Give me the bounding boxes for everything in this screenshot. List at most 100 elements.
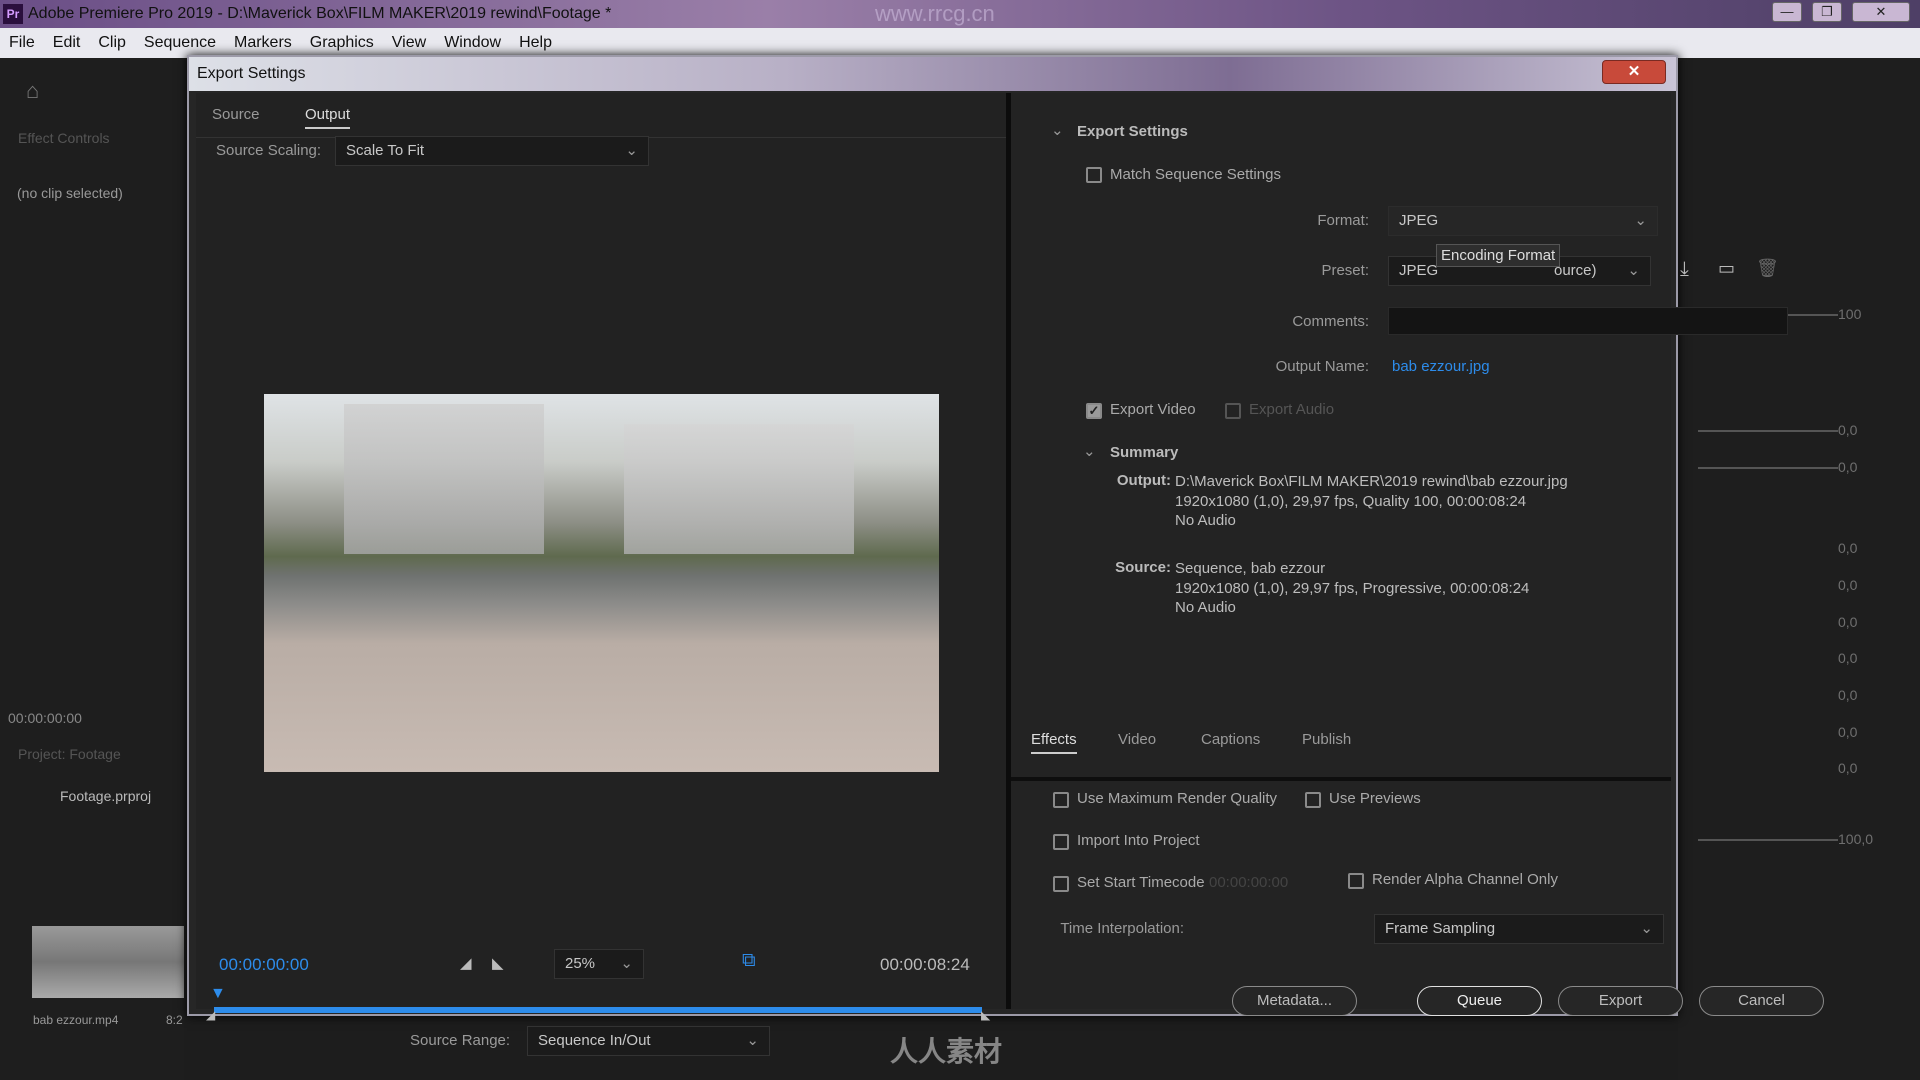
bg-value: 0,0 bbox=[1838, 650, 1858, 666]
output-name-link[interactable]: bab ezzour.jpg bbox=[1392, 358, 1490, 375]
clip-duration: 8:2 bbox=[166, 1013, 183, 1027]
export-audio-checkbox[interactable] bbox=[1225, 403, 1241, 419]
zoom-dropdown[interactable]: 25% ⌄ bbox=[554, 949, 644, 979]
summary-source-label: Source: bbox=[1115, 559, 1171, 576]
minimize-button[interactable]: — bbox=[1772, 2, 1802, 22]
project-tab[interactable]: Project: Footage bbox=[18, 746, 121, 762]
export-video-checkbox[interactable]: ✓ bbox=[1086, 403, 1102, 419]
in-point-handle[interactable]: ◢ bbox=[206, 1008, 215, 1022]
preset-value: JPEG bbox=[1399, 262, 1439, 279]
time-interpolation-label: Time Interpolation: bbox=[1060, 920, 1184, 937]
start-timecode-value[interactable]: 00:00:00:00 bbox=[1209, 874, 1288, 891]
preset-value-tail: ource) bbox=[1554, 262, 1597, 279]
alpha-only-label: Render Alpha Channel Only bbox=[1372, 871, 1558, 888]
max-render-quality-checkbox[interactable] bbox=[1053, 792, 1069, 808]
export-button[interactable]: Export bbox=[1558, 986, 1683, 1016]
footer-watermark-logo: 人人素材 bbox=[890, 1036, 1003, 1067]
output-name-label: Output Name: bbox=[1275, 358, 1369, 375]
summary-output-line: No Audio bbox=[1175, 512, 1236, 529]
bg-value: 0,0 bbox=[1838, 540, 1858, 556]
set-out-point-icon[interactable]: ◣ bbox=[492, 954, 504, 972]
start-timecode-checkbox[interactable] bbox=[1053, 876, 1069, 892]
tab-publish[interactable]: Publish bbox=[1302, 731, 1351, 748]
menu-window[interactable]: Window bbox=[444, 34, 501, 51]
window-close-button[interactable]: ✕ bbox=[1852, 2, 1910, 22]
menu-edit[interactable]: Edit bbox=[53, 34, 81, 51]
chevron-down-icon: ⌄ bbox=[1634, 212, 1647, 229]
alpha-only-checkbox[interactable] bbox=[1348, 873, 1364, 889]
tab-video[interactable]: Video bbox=[1118, 731, 1156, 748]
use-previews-checkbox[interactable] bbox=[1305, 792, 1321, 808]
import-project-checkbox[interactable] bbox=[1053, 834, 1069, 850]
collapse-chevron-icon[interactable]: ⌄ bbox=[1051, 121, 1064, 139]
time-interpolation-dropdown[interactable]: Frame Sampling ⌄ bbox=[1374, 914, 1664, 944]
bg-value: 0,0 bbox=[1838, 687, 1858, 703]
metadata-button[interactable]: Metadata... bbox=[1232, 986, 1357, 1016]
menu-graphics[interactable]: Graphics bbox=[310, 34, 374, 51]
menu-bar: File Edit Clip Sequence Markers Graphics View W… bbox=[0, 28, 1920, 58]
summary-source-line: 1920x1080 (1,0), 29,97 fps, Progressive,… bbox=[1175, 579, 1530, 597]
out-point-handle[interactable]: ◣ bbox=[981, 1008, 990, 1022]
summary-chevron-icon[interactable]: ⌄ bbox=[1083, 442, 1096, 460]
tab-output[interactable]: Output bbox=[305, 106, 351, 129]
source-range-bar[interactable] bbox=[214, 1007, 982, 1013]
import-preset-icon[interactable]: ▭ bbox=[1718, 258, 1735, 279]
start-timecode-label: Set Start Timecode bbox=[1077, 874, 1205, 891]
comments-label: Comments: bbox=[1292, 313, 1369, 330]
chevron-down-icon: ⌄ bbox=[746, 1032, 759, 1049]
save-preset-icon[interactable]: ⤓ bbox=[1680, 258, 1689, 281]
menu-markers[interactable]: Markers bbox=[234, 34, 292, 51]
match-sequence-label: Match Sequence Settings bbox=[1110, 166, 1281, 183]
effect-timecode: 00:00:00:00 bbox=[8, 710, 82, 726]
dialog-title: Export Settings bbox=[189, 57, 1676, 91]
watermark-text: www.rrcg.cn bbox=[875, 1, 995, 26]
menu-view[interactable]: View bbox=[392, 34, 426, 51]
no-clip-text: (no clip selected) bbox=[17, 185, 123, 201]
bg-value: 0,0 bbox=[1838, 760, 1858, 776]
aspect-ratio-icon[interactable]: ⧉ bbox=[742, 950, 756, 972]
home-icon[interactable]: ⌂ bbox=[26, 78, 39, 104]
duration-timecode: 00:00:08:24 bbox=[880, 955, 970, 974]
source-range-dropdown[interactable]: Sequence In/Out ⌄ bbox=[527, 1026, 770, 1056]
source-scaling-dropdown[interactable]: Scale To Fit ⌄ bbox=[335, 136, 649, 166]
time-interpolation-value: Frame Sampling bbox=[1385, 920, 1496, 937]
dialog-close-button[interactable]: ✕ bbox=[1602, 60, 1666, 84]
queue-button[interactable]: Queue bbox=[1417, 986, 1542, 1016]
maximize-button[interactable]: ❐ bbox=[1812, 2, 1842, 22]
menu-file[interactable]: File bbox=[9, 34, 35, 51]
zoom-value: 25% bbox=[565, 955, 596, 972]
delete-preset-icon[interactable]: 🗑 bbox=[1756, 258, 1779, 279]
playhead-handle[interactable]: ▼ bbox=[210, 985, 226, 1003]
chevron-down-icon: ⌄ bbox=[1627, 262, 1640, 279]
effect-controls-tab[interactable]: Effect Controls bbox=[18, 130, 110, 146]
tab-captions[interactable]: Captions bbox=[1201, 731, 1260, 748]
divider bbox=[1011, 777, 1671, 781]
bg-slider bbox=[1698, 467, 1838, 469]
match-sequence-checkbox[interactable] bbox=[1086, 167, 1102, 183]
summary-output-line: D:\Maverick Box\FILM MAKER\2019 rewind\b… bbox=[1175, 473, 1568, 490]
source-scaling-value: Scale To Fit bbox=[346, 142, 425, 159]
building-shape bbox=[624, 424, 854, 554]
summary-source-line: Sequence, bab ezzour bbox=[1175, 560, 1326, 577]
clip-thumbnail[interactable] bbox=[32, 926, 184, 998]
export-video-label: Export Video bbox=[1110, 401, 1196, 418]
preset-label: Preset: bbox=[1321, 262, 1369, 279]
summary-output: D:\Maverick Box\FILM MAKER\2019 rewind\b… bbox=[1175, 472, 1568, 531]
video-preview-frame bbox=[264, 394, 939, 772]
bg-value: 0,0 bbox=[1838, 577, 1858, 593]
current-timecode[interactable]: 00:00:00:00 bbox=[219, 955, 309, 975]
import-project-label: Import Into Project bbox=[1077, 832, 1200, 849]
cancel-button[interactable]: Cancel bbox=[1699, 986, 1824, 1016]
project-file[interactable]: Footage.prproj bbox=[60, 788, 151, 804]
comments-input[interactable] bbox=[1388, 307, 1788, 335]
tab-source[interactable]: Source bbox=[212, 106, 260, 123]
menu-help[interactable]: Help bbox=[519, 34, 552, 51]
menu-clip[interactable]: Clip bbox=[98, 34, 126, 51]
menu-sequence[interactable]: Sequence bbox=[144, 34, 216, 51]
bg-slider bbox=[1698, 839, 1838, 841]
set-in-point-icon[interactable]: ◢ bbox=[460, 954, 472, 972]
format-dropdown[interactable]: JPEG ⌄ bbox=[1388, 206, 1658, 236]
bg-value: 0,0 bbox=[1838, 724, 1858, 740]
tab-effects[interactable]: Effects bbox=[1031, 731, 1077, 754]
summary-header: Summary bbox=[1110, 444, 1179, 461]
